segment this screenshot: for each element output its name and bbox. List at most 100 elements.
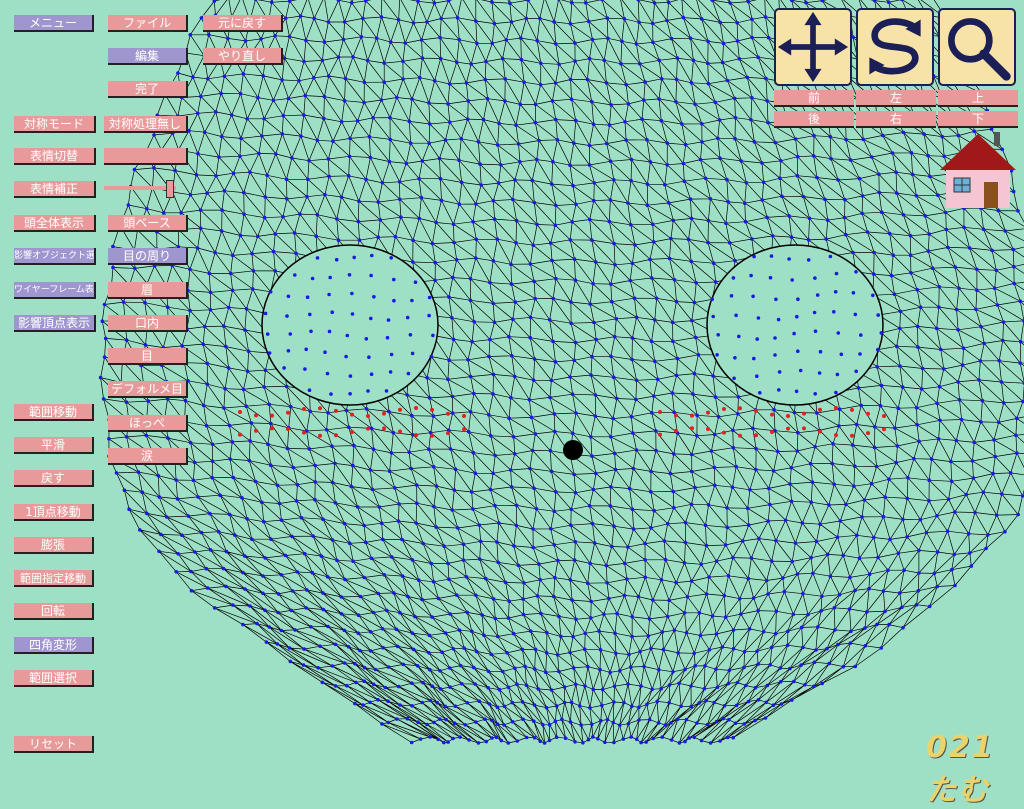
mesh-vertex xyxy=(796,449,800,453)
rotate-button[interactable]: 回転 xyxy=(14,603,94,620)
range-select-button[interactable]: 範囲選択 xyxy=(14,670,94,687)
view-up-button[interactable]: 上 xyxy=(938,90,1018,107)
view-right-button[interactable]: 右 xyxy=(856,111,936,128)
mesh-vertex xyxy=(511,317,515,321)
mesh-vertex xyxy=(337,55,341,59)
mesh-vertex xyxy=(569,578,573,582)
mesh-vertex xyxy=(285,314,289,318)
view-front-button[interactable]: 前 xyxy=(774,90,854,107)
mesh-vertex xyxy=(652,509,656,513)
expression-switch-button[interactable]: 表情切替 xyxy=(14,148,96,165)
home-icon[interactable] xyxy=(938,132,1018,212)
tears-button[interactable]: 涙 xyxy=(108,448,188,465)
mesh-vertex xyxy=(103,303,107,307)
mesh-vertex xyxy=(626,682,630,686)
mesh-vertex xyxy=(747,700,751,704)
move-tool-button[interactable] xyxy=(774,8,852,86)
mesh-vertex xyxy=(303,552,307,556)
mesh-vertex xyxy=(671,670,675,674)
done-button[interactable]: 完了 xyxy=(108,81,188,98)
mesh-vertex xyxy=(401,60,405,64)
redo-button[interactable]: やり直し xyxy=(203,48,283,65)
mesh-vertex xyxy=(196,112,200,116)
mesh-vertex xyxy=(563,701,567,705)
show-whole-head-button[interactable]: 頭全体表示 xyxy=(14,215,96,232)
mesh-vertex xyxy=(363,576,367,580)
mesh-vertex xyxy=(280,518,284,522)
view-down-button[interactable]: 下 xyxy=(938,111,1018,128)
mesh-vertex xyxy=(787,257,791,261)
expand-button[interactable]: 膨張 xyxy=(14,537,94,554)
selected-vertex xyxy=(738,434,742,438)
mesh-vertex xyxy=(491,302,495,306)
mesh-vertex xyxy=(860,515,864,519)
mesh-vertex xyxy=(745,181,749,185)
pivot-point[interactable] xyxy=(563,440,583,460)
mesh-vertex xyxy=(382,80,386,84)
wireframe-display-button[interactable]: ワイヤーフレーム表示 xyxy=(14,282,96,299)
mesh-vertex xyxy=(623,17,627,21)
mesh-vertex xyxy=(259,37,263,41)
mesh-vertex xyxy=(574,491,578,495)
mesh-vertex xyxy=(733,137,737,141)
mesh-vertex xyxy=(774,141,778,145)
smooth-button[interactable]: 平滑 xyxy=(14,437,94,454)
eyes-button[interactable]: 目 xyxy=(108,348,188,365)
mesh-vertex xyxy=(905,535,909,539)
mesh-vertex xyxy=(267,403,271,407)
around-eyes-button[interactable]: 目の周り xyxy=(108,248,188,265)
mesh-vertex xyxy=(671,340,675,344)
mesh-vertex xyxy=(248,170,252,174)
mesh-vertex xyxy=(568,238,572,242)
view-left-button[interactable]: 左 xyxy=(856,90,936,107)
symmetry-mode-button[interactable]: 対称モード xyxy=(14,116,96,133)
view-back-button[interactable]: 後 xyxy=(774,111,854,128)
mesh-vertex xyxy=(799,369,803,373)
revert-button[interactable]: 戻す xyxy=(14,470,94,487)
range-move-button[interactable]: 範囲移動 xyxy=(14,404,94,421)
no-symmetry-button[interactable]: 対称処理無し xyxy=(104,116,188,133)
expression-correct-button[interactable]: 表情補正 xyxy=(14,181,96,198)
menu-button[interactable]: メニュー xyxy=(14,15,94,32)
mesh-vertex xyxy=(796,174,800,178)
mesh-vertex xyxy=(282,366,286,370)
mesh-vertex xyxy=(653,1,657,5)
expression-correct-slider-thumb[interactable] xyxy=(166,180,174,198)
mesh-vertex xyxy=(776,450,780,454)
eyebrows-button[interactable]: 眉 xyxy=(108,282,188,299)
influence-vertex-display-button[interactable]: 影響頂点表示 xyxy=(14,315,96,332)
head-base-button[interactable]: 頭ベース xyxy=(108,215,188,232)
mesh-vertex xyxy=(347,425,351,429)
mesh-vertex xyxy=(938,419,942,423)
mesh-vertex xyxy=(469,62,473,66)
mesh-vertex xyxy=(700,17,704,21)
mesh-vertex xyxy=(430,684,434,688)
single-vertex-move-button[interactable]: 1頂点移動 xyxy=(14,504,94,521)
rotate-tool-button[interactable] xyxy=(856,8,934,86)
undo-button[interactable]: 元に戻す xyxy=(203,15,283,32)
mesh-vertex xyxy=(447,0,451,2)
range-specified-move-button[interactable]: 範囲指定移動 xyxy=(14,570,94,587)
cheeks-button[interactable]: ほっぺ xyxy=(108,415,188,432)
zoom-tool-button[interactable] xyxy=(938,8,1016,86)
mesh-vertex xyxy=(247,350,251,354)
mesh-vertex xyxy=(591,522,595,526)
reset-button[interactable]: リセット xyxy=(14,736,94,753)
mesh-vertex xyxy=(553,430,557,434)
file-button[interactable]: ファイル xyxy=(108,15,188,32)
quad-transform-button[interactable]: 四角変形 xyxy=(14,637,94,654)
mesh-vertex xyxy=(613,684,617,688)
mesh-vertex xyxy=(927,499,931,503)
mesh-vertex xyxy=(572,141,576,145)
edit-button[interactable]: 編集 xyxy=(108,48,188,65)
expression-value-field[interactable] xyxy=(104,148,188,165)
deformed-eyes-button[interactable]: デフォルメ目 xyxy=(108,381,188,398)
mesh-vertex xyxy=(381,646,385,650)
mesh-vertex xyxy=(600,0,604,1)
mesh-vertex xyxy=(695,434,699,438)
mesh-vertex xyxy=(714,101,718,105)
influence-object-select-button[interactable]: 影響オブジェクト選択 xyxy=(14,248,96,265)
mesh-vertex xyxy=(521,597,525,601)
mouth-inside-button[interactable]: 口内 xyxy=(108,315,188,332)
mesh-vertex xyxy=(428,396,432,400)
